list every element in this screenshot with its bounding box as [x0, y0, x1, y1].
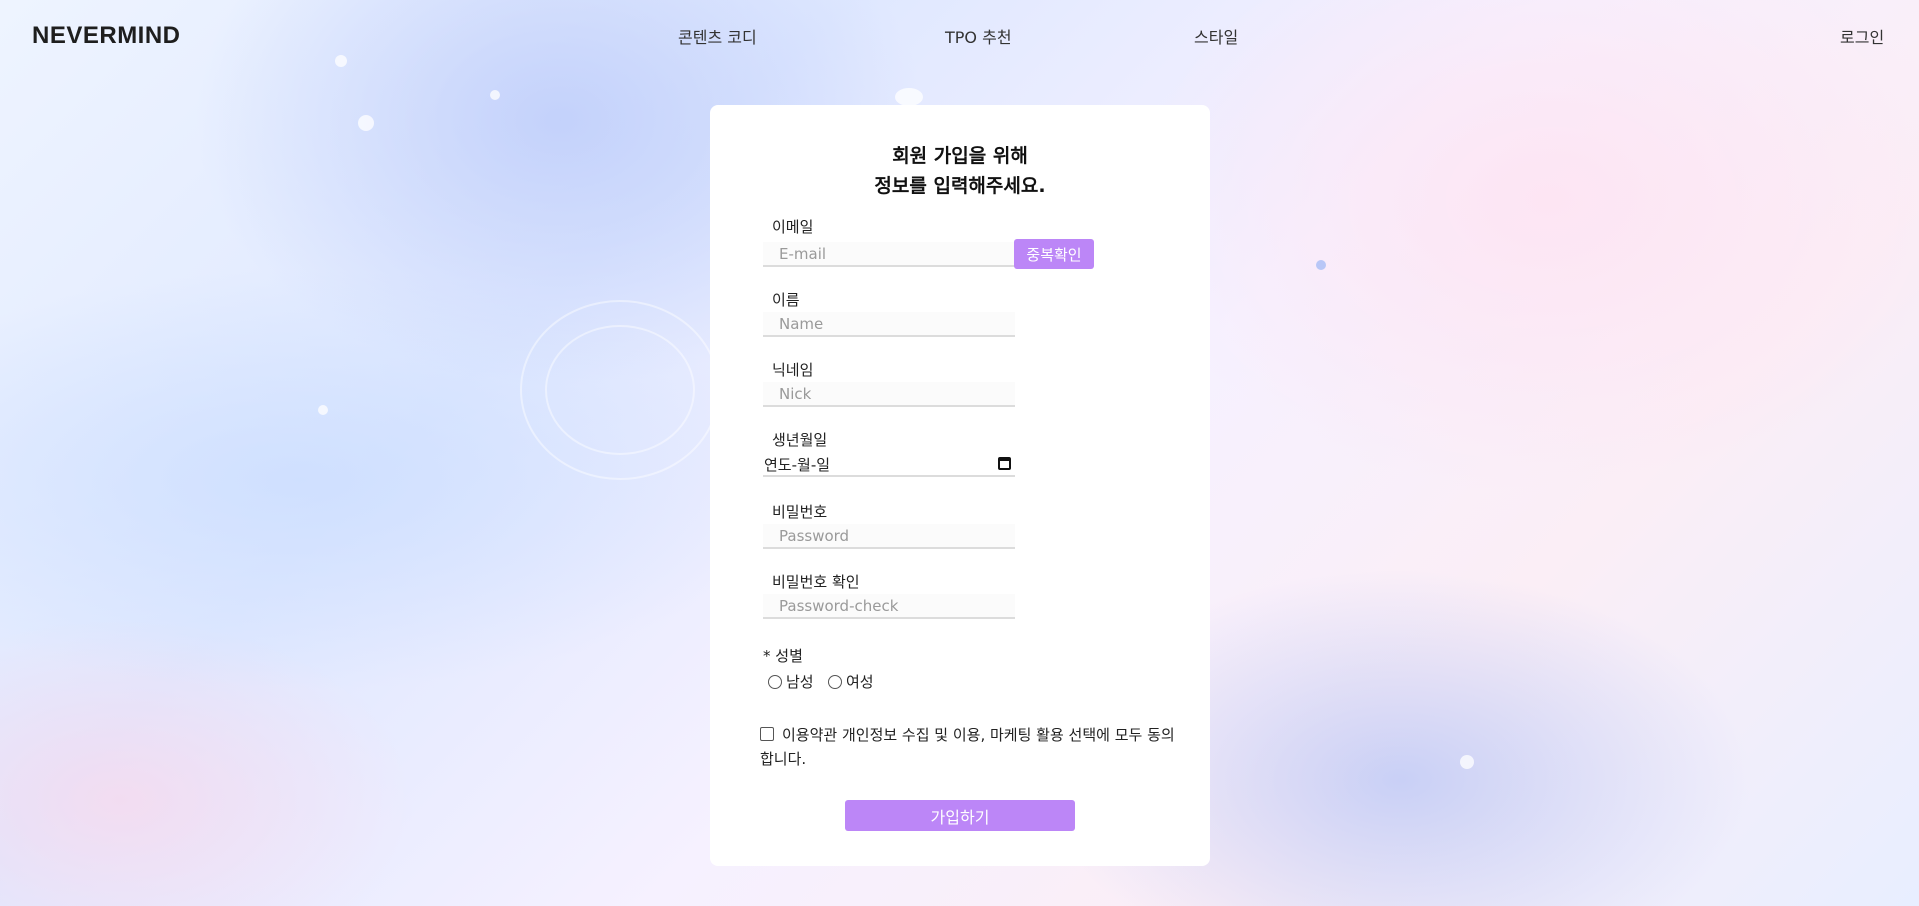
signup-card: 회원 가입을 위해 정보를 입력해주세요. 이메일 중복확인 이름 닉네임 생년…	[710, 105, 1210, 866]
nav-tpo-recommend[interactable]: TPO 추천	[945, 24, 1012, 48]
signup-submit-button[interactable]: 가입하기	[845, 800, 1075, 831]
signup-heading: 회원 가입을 위해 정보를 입력해주세요.	[710, 141, 1210, 201]
top-navigation: NEVERMIND 콘텐츠 코디 TPO 추천 스타일 로그인	[0, 0, 1919, 70]
birthdate-label: 생년월일	[772, 431, 828, 449]
password-field[interactable]	[763, 524, 1015, 549]
password-check-label: 비밀번호 확인	[772, 573, 860, 591]
gender-option-female[interactable]: 여성	[828, 671, 874, 692]
background-bubble	[318, 405, 328, 415]
password-check-field[interactable]	[763, 594, 1015, 619]
terms-agreement-text: 이용약관 개인정보 수집 및 이용, 마케팅 활용 선택에 모두 동의합니다.	[760, 726, 1175, 768]
site-logo[interactable]: NEVERMIND	[32, 22, 181, 50]
background-bubble	[358, 115, 374, 131]
birthdate-field[interactable]: 연도-월-일	[763, 451, 1015, 477]
background-bubble	[1460, 755, 1474, 769]
nickname-label: 닉네임	[772, 361, 814, 379]
login-link[interactable]: 로그인	[1840, 24, 1884, 48]
duplicate-check-button[interactable]: 중복확인	[1014, 239, 1094, 269]
background-swirl	[520, 300, 720, 480]
nickname-field[interactable]	[763, 382, 1015, 407]
gender-label: * 성별	[763, 647, 803, 665]
nav-content-codi[interactable]: 콘텐츠 코디	[678, 24, 757, 48]
birthdate-value: 연도-월-일	[764, 456, 831, 474]
background-bubble	[895, 88, 923, 106]
heading-line-2: 정보를 입력해주세요.	[874, 175, 1046, 197]
terms-checkbox[interactable]	[760, 727, 774, 741]
email-label: 이메일	[772, 218, 814, 236]
gender-option-male[interactable]: 남성	[768, 671, 814, 692]
nav-style[interactable]: 스타일	[1194, 24, 1238, 48]
gender-option-label: 여성	[846, 673, 874, 691]
terms-agreement: 이용약관 개인정보 수집 및 이용, 마케팅 활용 선택에 모두 동의합니다.	[760, 723, 1180, 771]
name-field[interactable]	[763, 312, 1015, 337]
calendar-icon[interactable]	[998, 457, 1011, 470]
password-label: 비밀번호	[772, 503, 828, 521]
name-label: 이름	[772, 291, 800, 309]
email-field[interactable]	[763, 242, 1015, 267]
background-bubble	[490, 90, 500, 100]
radio-circle-icon[interactable]	[768, 674, 782, 689]
background-swirl	[545, 325, 695, 455]
gender-option-label: 남성	[786, 673, 814, 691]
radio-circle-icon[interactable]	[828, 674, 842, 689]
heading-line-1: 회원 가입을 위해	[892, 145, 1028, 167]
background-bubble	[1316, 260, 1326, 270]
